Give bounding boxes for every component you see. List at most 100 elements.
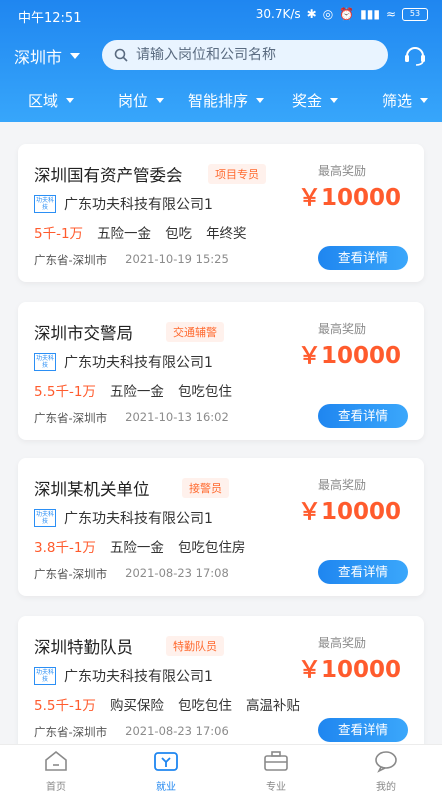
reward-value: ￥10000 [298,657,402,683]
nav-major[interactable]: 专业 [246,749,306,792]
job-title: 深圳国有资产管委会 [34,166,183,185]
benefit: 包吃包住房 [177,540,246,556]
chevron-down-icon [420,98,429,103]
home-icon [45,750,67,771]
nav-jobs[interactable]: 就业 [136,749,196,792]
view-detail-button[interactable]: 查看详情 [318,718,408,742]
job-card[interactable]: 深圳市交警局 交通辅警 最高奖励 ￥10000 功夫科技 广东功夫科技有限公司1… [18,302,424,440]
job-title: 深圳某机关单位 [34,480,150,499]
job-title: 深圳特勤队员 [34,638,133,657]
filter-sort[interactable]: 智能排序 [188,90,265,111]
location-row: 广东省-深圳市 2021-10-13 16:02 [34,410,229,426]
salary: 5千-1万 [34,226,84,242]
salary: 5.5千-1万 [34,698,96,714]
location: 广东省-深圳市 [34,567,108,581]
company-logo-icon: 功夫科技 [34,509,56,527]
job-card[interactable]: 深圳特勤队员 特勤队员 最高奖励 ￥10000 功夫科技 广东功夫科技有限公司1… [18,616,424,750]
reward-label: 最高奖励 [318,164,367,178]
filter-position-label: 岗位 [118,92,149,110]
filter-bar: 区域 岗位 智能排序 奖金 筛选 [0,86,442,114]
view-detail-button[interactable]: 查看详情 [318,404,408,428]
job-tag: 特勤队员 [166,636,224,656]
search-icon [114,48,128,62]
status-time: 中午12:51 [18,11,82,26]
reward-value: ￥10000 [298,343,402,369]
company-row: 功夫科技 广东功夫科技有限公司1 [34,508,213,528]
benefit: 五险一金 [109,540,164,556]
nav-profile[interactable]: 我的 [356,749,416,792]
chevron-down-icon [156,98,165,103]
network-speed: 30.7K/s [255,7,301,21]
bluetooth-icon: ✱ [306,7,317,21]
filter-bonus[interactable]: 奖金 [292,90,339,111]
location-row: 广东省-深圳市 2021-10-19 15:25 [34,252,229,268]
benefit: 包吃 [165,226,193,242]
company-logo-icon: 功夫科技 [34,195,56,213]
salary-row: 5.5千-1万 五险一金 包吃包住 [34,380,232,400]
job-card[interactable]: 深圳国有资产管委会 项目专员 最高奖励 ￥10000 功夫科技 广东功夫科技有限… [18,144,424,282]
nav-home-label: 首页 [46,782,66,792]
nav-jobs-label: 就业 [156,782,176,792]
company-name: 广东功夫科技有限公司1 [64,355,213,371]
filter-bonus-label: 奖金 [292,92,323,110]
job-title: 深圳市交警局 [34,324,133,343]
filter-area[interactable]: 区域 [28,90,75,111]
customer-service-icon[interactable] [402,42,428,68]
post-date: 2021-08-23 17:08 [125,566,229,580]
benefit: 包吃包住 [177,384,232,400]
filter-more-label: 筛选 [382,92,413,110]
search-bar[interactable] [102,40,388,70]
company-row: 功夫科技 广东功夫科技有限公司1 [34,666,213,686]
wifi-icon: ≈ [385,7,396,21]
job-tag: 交通辅警 [166,322,224,342]
reward-label: 最高奖励 [318,322,367,336]
job-tag: 接警员 [182,478,229,498]
battery-icon: 53 [402,7,428,21]
city-selector[interactable]: 深圳市 [14,44,81,68]
status-bar: 中午12:51 30.7K/s ✱ ◎ ⏰ ▮▮▮ ≈ 53 [0,0,442,30]
nav-major-label: 专业 [266,782,286,792]
status-icons: 30.7K/s ✱ ◎ ⏰ ▮▮▮ ≈ 53 [256,7,428,21]
reward-label: 最高奖励 [318,636,367,650]
bottom-navigation: 首页 就业 专业 我的 [0,744,442,792]
location-row: 广东省-深圳市 2021-08-23 17:06 [34,724,229,740]
post-date: 2021-10-19 15:25 [125,252,229,266]
view-detail-button[interactable]: 查看详情 [318,560,408,584]
chevron-down-icon [70,53,81,59]
company-row: 功夫科技 广东功夫科技有限公司1 [34,352,213,372]
nav-home[interactable]: 首页 [26,749,86,792]
view-detail-button[interactable]: 查看详情 [318,246,408,270]
search-input[interactable] [136,47,366,63]
top-header: 中午12:51 30.7K/s ✱ ◎ ⏰ ▮▮▮ ≈ 53 深圳市 区域 [0,0,442,122]
signal-icon: ▮▮▮ [360,7,380,21]
company-logo-icon: 功夫科技 [34,353,56,371]
benefit: 年终奖 [206,226,247,242]
job-list: 深圳国有资产管委会 项目专员 最高奖励 ￥10000 功夫科技 广东功夫科技有限… [0,122,442,750]
chevron-down-icon [330,98,339,103]
vibrate-icon: ◎ [322,7,334,21]
post-date: 2021-10-13 16:02 [125,410,229,424]
company-name: 广东功夫科技有限公司1 [64,511,213,527]
benefit: 高温补贴 [245,698,300,714]
salary-row: 3.8千-1万 五险一金 包吃包住房 [34,536,245,556]
company-row: 功夫科技 广东功夫科技有限公司1 [34,194,213,214]
filter-more[interactable]: 筛选 [382,90,429,111]
location: 广东省-深圳市 [34,411,108,425]
reward-label: 最高奖励 [318,478,367,492]
filter-sort-label: 智能排序 [188,92,249,110]
briefcase-icon [264,751,288,771]
job-card[interactable]: 深圳某机关单位 接警员 最高奖励 ￥10000 功夫科技 广东功夫科技有限公司1… [18,458,424,596]
filter-position[interactable]: 岗位 [118,90,165,111]
salary-row: 5千-1万 五险一金 包吃 年终奖 [34,222,247,242]
salary: 5.5千-1万 [34,384,96,400]
post-date: 2021-08-23 17:06 [125,724,229,738]
city-label: 深圳市 [14,48,63,67]
benefit: 五险一金 [109,384,164,400]
location-row: 广东省-深圳市 2021-08-23 17:08 [34,566,229,582]
location: 广东省-深圳市 [34,725,108,739]
benefit: 五险一金 [97,226,152,242]
alarm-icon: ⏰ [339,7,355,21]
chevron-down-icon [256,98,265,103]
job-icon [154,752,178,771]
profile-icon [375,751,397,773]
